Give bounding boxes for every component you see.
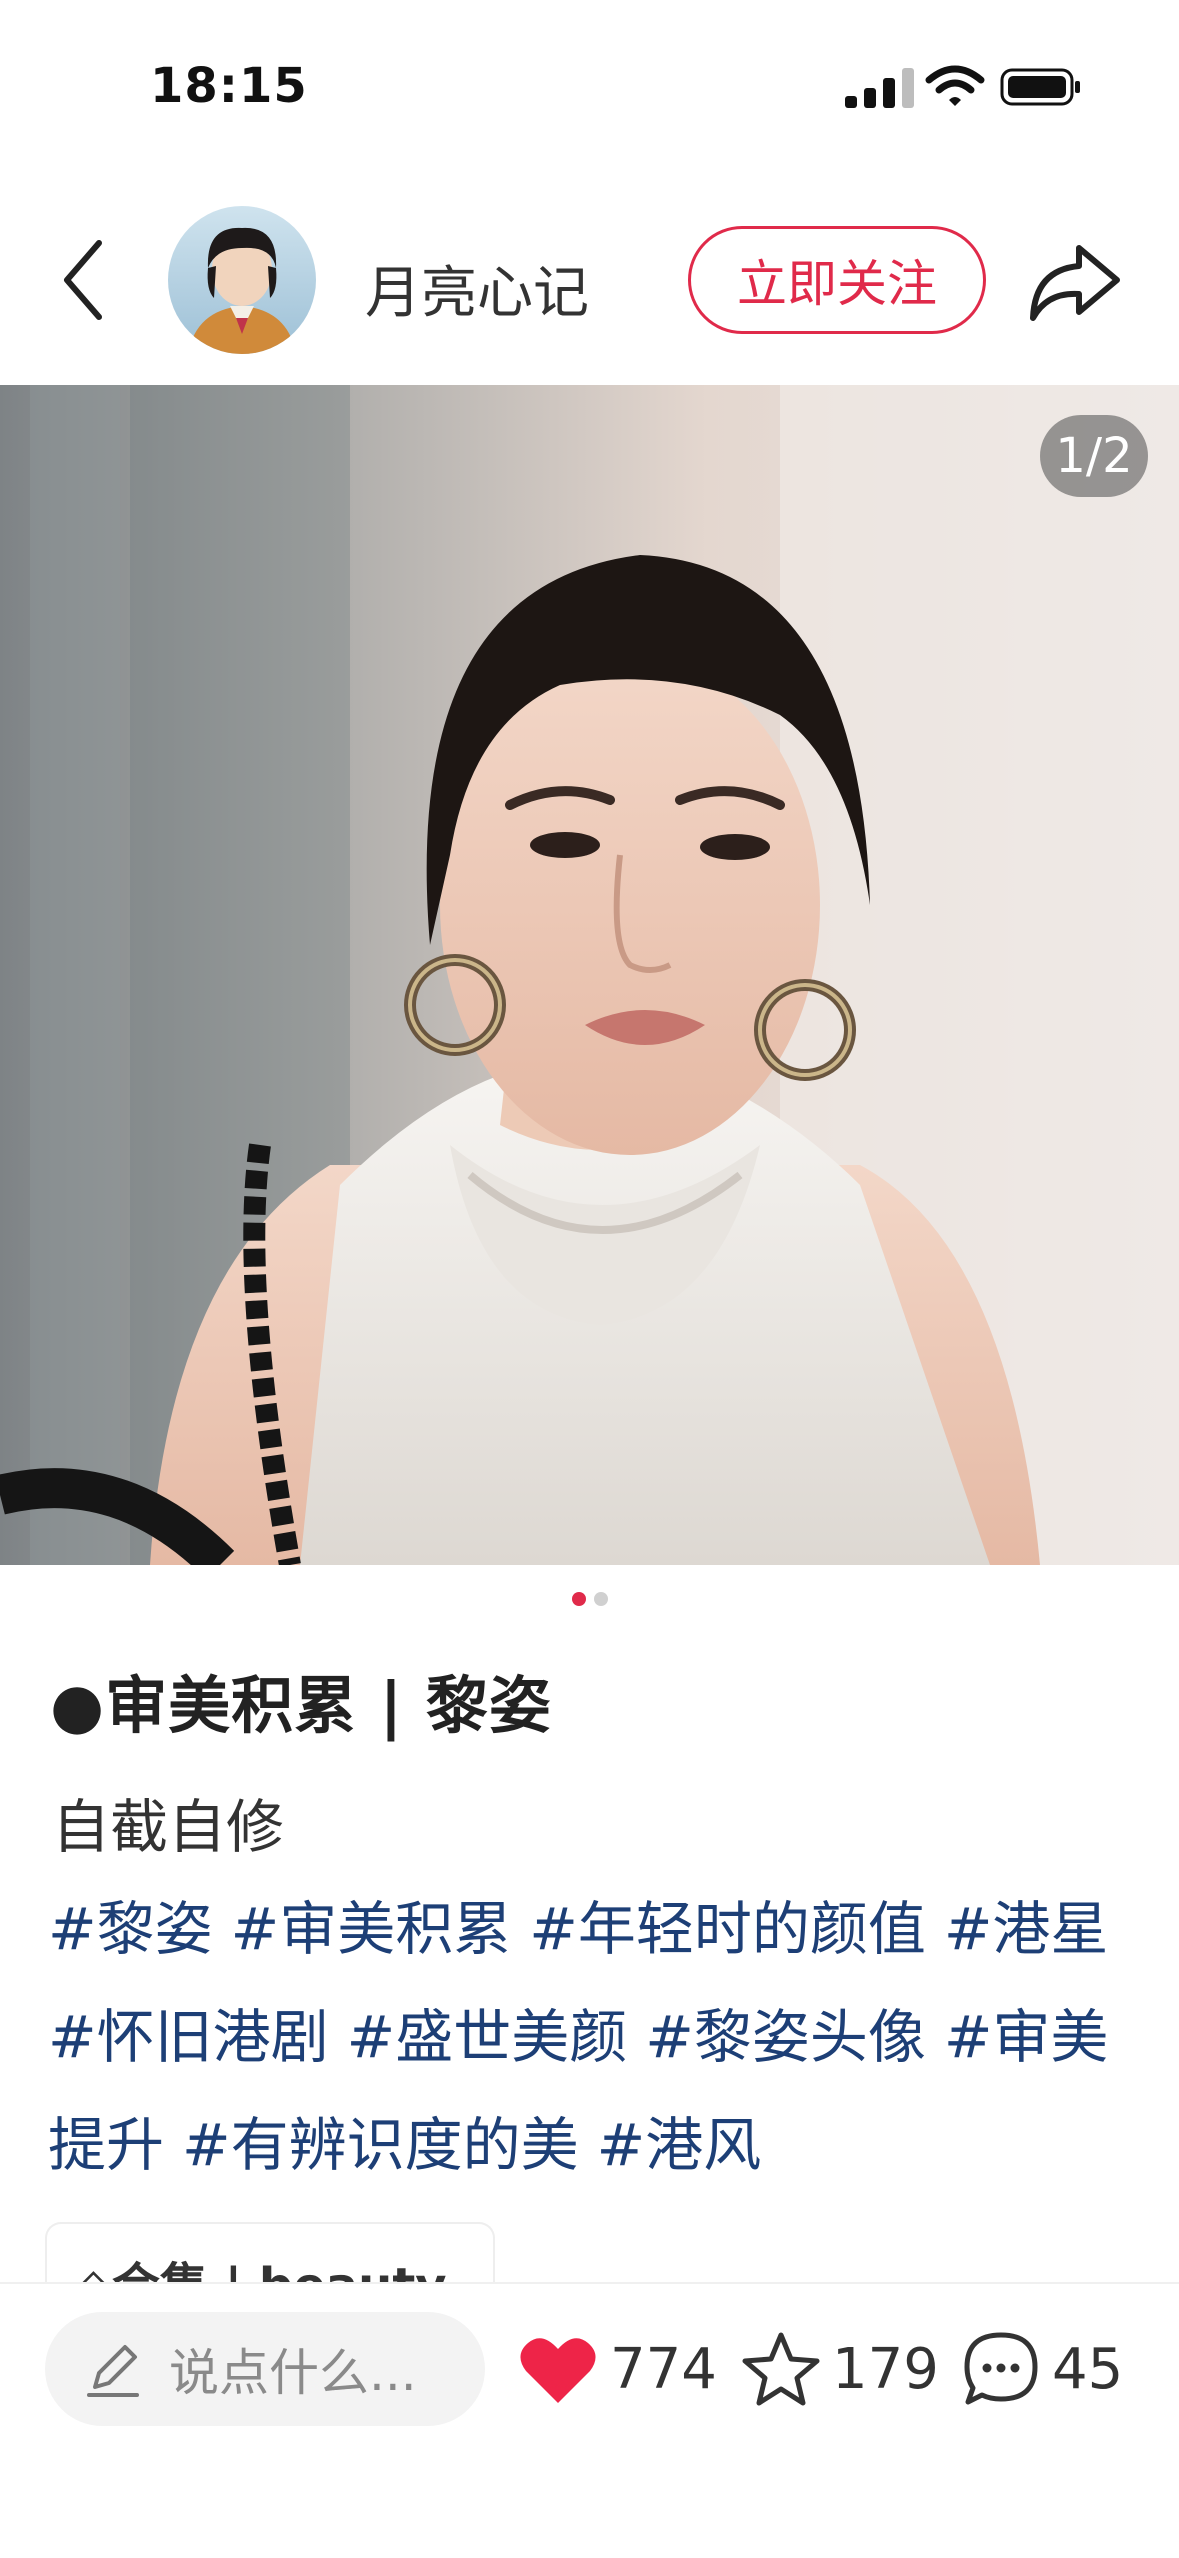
favorite-button[interactable]: 179 <box>742 2312 939 2426</box>
status-time: 18:15 <box>150 58 308 114</box>
follow-button[interactable]: 立即关注 <box>688 226 986 334</box>
like-button[interactable]: 774 <box>518 2312 717 2426</box>
carousel-dot-1[interactable] <box>571 1592 586 1606</box>
bottom-action-bar: 说点什么... 774 179 45 <box>0 2282 1179 2558</box>
share-arrow-icon <box>1030 245 1120 321</box>
back-arrow-icon <box>64 240 102 320</box>
heart-icon <box>520 2338 596 2403</box>
hashtag[interactable]: #审美积累 <box>231 1895 512 1963</box>
avatar-image <box>168 206 316 354</box>
signal-icon <box>845 68 914 108</box>
status-bar: 18:15 <box>0 0 1179 170</box>
note-title: ●审美积累 | 黎姿 <box>50 1669 552 1742</box>
hashtag[interactable]: #盛世美颜 <box>347 2003 628 2071</box>
note-photo <box>0 385 1179 1565</box>
hashtag[interactable]: #港风 <box>597 2111 762 2179</box>
image-carousel[interactable]: 1/2 <box>0 385 1179 1565</box>
comment-count: 45 <box>1052 2336 1124 2402</box>
author-avatar[interactable] <box>168 206 316 354</box>
comment-bubble-icon <box>964 2332 1038 2405</box>
hashtag[interactable]: #港星 <box>944 1895 1109 1963</box>
comment-placeholder: 说点什么... <box>169 2344 417 2402</box>
comment-input[interactable]: 说点什么... <box>45 2312 485 2426</box>
hashtag[interactable]: #年轻时的颜值 <box>529 1895 926 1963</box>
battery-icon <box>1000 68 1080 106</box>
comment-button[interactable]: 45 <box>962 2312 1123 2426</box>
favorite-count: 179 <box>832 2336 939 2402</box>
carousel-dots <box>0 1592 1179 1606</box>
share-button[interactable] <box>1025 238 1125 328</box>
back-button[interactable] <box>48 232 118 328</box>
hashtag[interactable]: #黎姿头像 <box>645 2003 926 2071</box>
page-counter: 1/2 <box>1040 415 1148 497</box>
star-icon <box>742 2332 820 2406</box>
note-header: 月亮心记 立即关注 <box>0 170 1179 385</box>
author-name[interactable]: 月亮心记 <box>365 248 589 329</box>
like-count: 774 <box>610 2336 717 2402</box>
note-description: 自截自修 <box>52 1793 285 1861</box>
wifi-icon <box>925 65 985 106</box>
hashtag[interactable]: #怀旧港剧 <box>48 2003 329 2071</box>
hashtag[interactable]: #黎姿 <box>48 1895 213 1963</box>
hashtag[interactable]: #有辨识度的美 <box>182 2111 579 2179</box>
collection-chip[interactable]: ◇合集 | beauty <box>45 2222 495 2282</box>
carousel-dot-2[interactable] <box>593 1592 608 1606</box>
note-tags: #黎姿 #审美积累 #年轻时的颜值 #港星#怀旧港剧 #盛世美颜 #黎姿头像 #审美提升 #有… <box>48 1875 1138 2199</box>
pencil-icon <box>87 2345 139 2397</box>
